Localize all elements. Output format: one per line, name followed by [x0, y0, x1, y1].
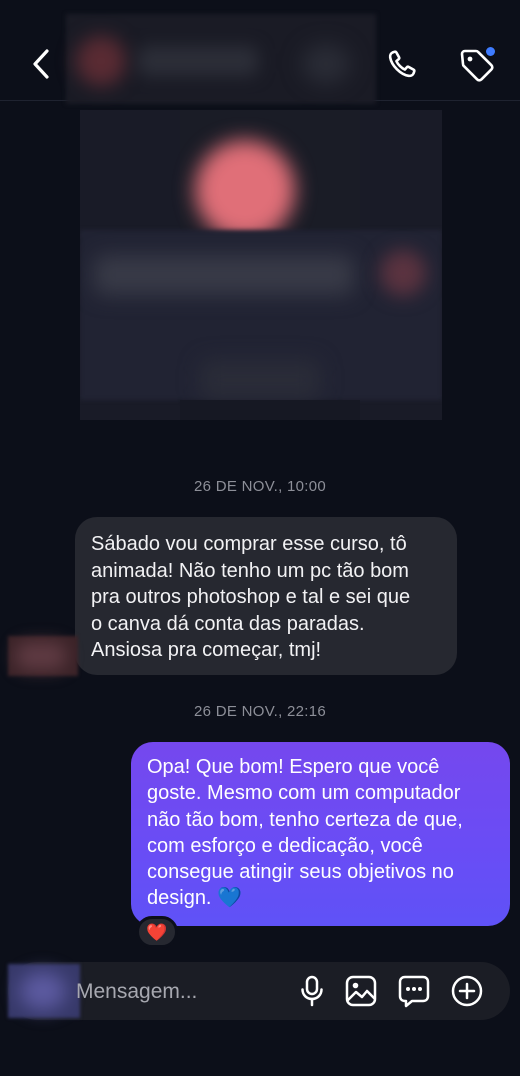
message-line: pra outros photoshop e tal e sei que	[91, 586, 411, 608]
message-line: não tão bom, tenho certeza de que,	[147, 808, 463, 831]
message-timestamp: 26 DE NOV., 10:00	[193, 478, 327, 495]
gallery-button[interactable]	[343, 973, 379, 1009]
post-small-avatar	[380, 250, 426, 296]
message-line: o canva dá conta das paradas.	[91, 612, 365, 635]
back-button[interactable]	[24, 44, 60, 84]
message-line: com esforço e dedicação, você	[147, 834, 423, 857]
heart-icon: ❤️	[146, 922, 168, 942]
message-line: Opa! Que bom! Espero que você	[147, 756, 440, 778]
post-footer	[200, 360, 320, 400]
microphone-icon	[301, 975, 323, 1007]
post-avatar	[195, 140, 295, 240]
image-icon	[345, 975, 377, 1007]
microphone-button[interactable]	[294, 973, 330, 1009]
heart-reaction[interactable]: ❤️	[136, 916, 178, 948]
add-button[interactable]	[449, 973, 485, 1009]
message-line: design. 💙	[147, 887, 242, 910]
call-button[interactable]	[382, 44, 422, 84]
blurred-contact-info[interactable]	[66, 14, 376, 104]
notification-dot	[486, 47, 495, 56]
post-text	[94, 255, 354, 295]
contact-extra	[302, 44, 350, 84]
message-timestamp: 26 DE NOV., 22:16	[193, 703, 327, 720]
plus-icon	[451, 975, 483, 1007]
camera-button[interactable]	[8, 964, 80, 1018]
sent-message-bubble[interactable]: Opa! Que bom! Espero que você goste. Mes…	[131, 742, 510, 926]
message-line: animada! Não tenho um pc tão bom	[91, 559, 409, 582]
received-message-bubble[interactable]: Sábado vou comprar esse curso, tô animad…	[75, 517, 457, 675]
sender-avatar[interactable]	[8, 636, 78, 676]
message-input[interactable]	[76, 970, 276, 1014]
sticker-icon	[398, 975, 430, 1008]
sticker-button[interactable]	[396, 973, 432, 1009]
chevron-left-icon	[33, 49, 49, 79]
message-line: consegue atingir seus objetivos no	[147, 861, 454, 884]
shared-post-preview[interactable]	[80, 110, 442, 420]
contact-name	[138, 46, 258, 76]
contact-avatar	[76, 36, 126, 86]
post-lower-area	[180, 400, 360, 420]
phone-icon	[388, 50, 416, 78]
message-line: Ansiosa pra começar, tmj!	[91, 639, 322, 661]
message-line: goste. Mesmo com um computador	[147, 782, 461, 805]
message-line: Sábado vou comprar esse curso, tô	[91, 533, 407, 555]
